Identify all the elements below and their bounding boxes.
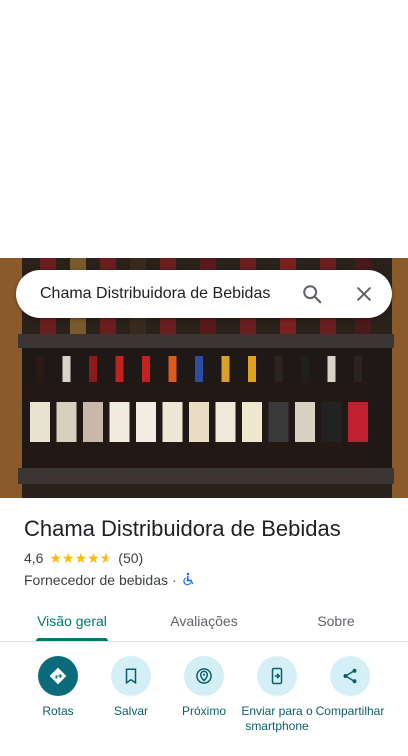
review-count: (50) — [118, 550, 144, 566]
tab-about[interactable]: Sobre — [282, 600, 390, 642]
nearby-button[interactable]: Próximo — [166, 656, 242, 719]
search-bar[interactable]: Chama Distribuidora de Bebidas — [16, 270, 392, 318]
search-input[interactable]: Chama Distribuidora de Bebidas — [16, 285, 292, 303]
category-row: Fornecedor de bebidas · — [24, 570, 394, 590]
half-star-icon: ★ — [100, 551, 113, 565]
nearby-icon — [184, 656, 224, 696]
share-button[interactable]: Compartilhar — [312, 656, 388, 719]
star-icon: ★ — [49, 550, 63, 566]
search-icon[interactable] — [292, 274, 332, 314]
nearby-label: Próximo — [181, 704, 226, 718]
share-label: Compartilhar — [315, 704, 385, 718]
directions-label: Rotas — [42, 704, 74, 718]
active-tab-indicator — [36, 638, 108, 641]
rating-value: 4,6 — [24, 550, 44, 566]
save-button[interactable]: Salvar — [93, 656, 169, 719]
action-buttons: Rotas Salvar Próximo Enviar para o smart… — [0, 656, 408, 756]
star-icon: ★ — [87, 550, 100, 566]
star-rating: ★ ★ ★ ★ ★ — [49, 551, 112, 565]
star-icon: ★ — [74, 550, 88, 566]
share-icon — [330, 656, 370, 696]
tab-reviews[interactable]: Avaliações — [150, 600, 258, 642]
send-to-phone-label: Enviar para o smartphone — [241, 704, 313, 733]
save-label: Salvar — [113, 704, 148, 718]
separator: · — [172, 572, 177, 588]
map-area-blank — [0, 0, 408, 258]
rating-row[interactable]: 4,6 ★ ★ ★ ★ ★ (50) — [24, 548, 394, 568]
send-to-phone-button[interactable]: Enviar para o smartphone — [239, 656, 315, 734]
place-title: Chama Distribuidora de Bebidas — [24, 516, 341, 541]
bookmark-icon — [111, 656, 151, 696]
directions-icon — [38, 656, 78, 696]
place-info: Chama Distribuidora de Bebidas 4,6 ★ ★ ★… — [24, 514, 394, 590]
star-icon: ★ — [62, 550, 75, 566]
tab-overview[interactable]: Visão geral — [18, 600, 126, 642]
place-category: Fornecedor de bebidas — [24, 572, 168, 588]
tab-bar: Visão geral Avaliações Sobre — [0, 600, 408, 642]
directions-button[interactable]: Rotas — [20, 656, 96, 719]
close-icon[interactable] — [344, 274, 384, 314]
wheelchair-accessible-icon — [181, 572, 195, 589]
send-to-phone-icon — [257, 656, 297, 696]
